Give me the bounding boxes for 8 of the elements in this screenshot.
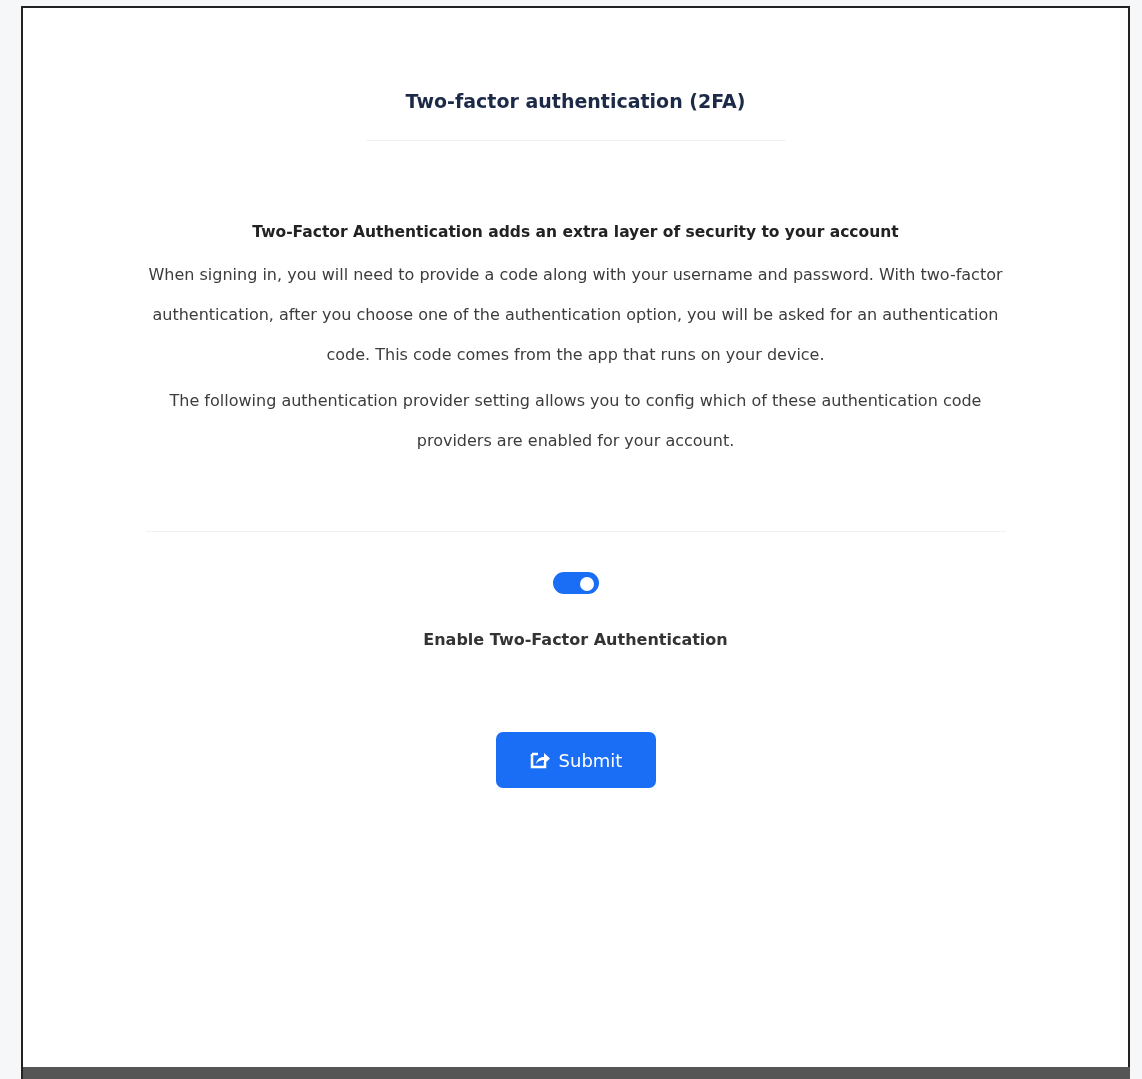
- toggle-switch[interactable]: [552, 572, 599, 594]
- toggle-label: Enable Two-Factor Authentication: [423, 630, 728, 649]
- share-icon: [528, 750, 551, 770]
- description-paragraph: When signing in, you will need to provide a code along with your username and password. With two-factor authentication, after you choose one of the authentication option, you will be asked for an authentication code. This code comes from the app that runs on your device.: [147, 264, 1004, 366]
- section-heading: Two-Factor Authentication adds an extra layer of security to your account: [252, 223, 899, 241]
- description-paragraph: The following authentication provider setting allows you to config which of these authentication code providers are enabled for your account.: [168, 390, 983, 452]
- submit-button[interactable]: Submit: [495, 732, 656, 788]
- page-title: Two-factor authentication (2FA): [405, 90, 746, 112]
